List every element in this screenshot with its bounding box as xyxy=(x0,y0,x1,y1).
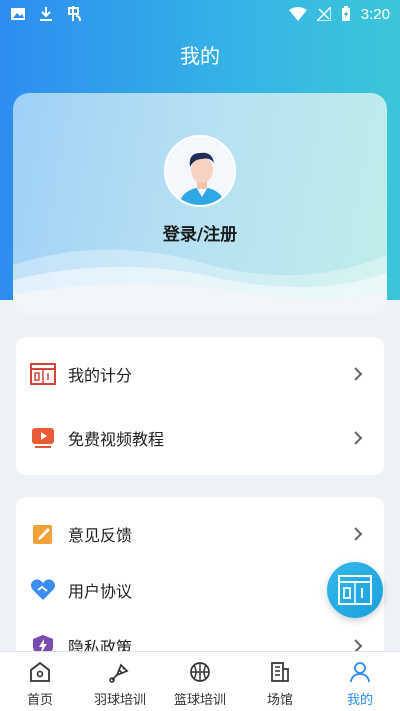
person-icon xyxy=(350,662,370,683)
menu-item-label: 免费视频教程 xyxy=(68,430,165,449)
tab-venues[interactable]: 场馆 xyxy=(240,652,320,711)
image-icon xyxy=(11,8,25,20)
tab-label: 我的 xyxy=(346,693,373,708)
tab-mine[interactable]: 我的 xyxy=(320,652,400,711)
tab-label: 首页 xyxy=(26,693,53,708)
tab-badminton-training[interactable]: 羽球培训 xyxy=(80,652,160,711)
page-title: 我的 xyxy=(180,44,220,68)
tab-label: 篮球培训 xyxy=(173,693,226,708)
bottom-tab-bar: 首页 羽球培训 篮球培训 场馆 我的 xyxy=(0,651,400,711)
tab-basketball-training[interactable]: 篮球培训 xyxy=(160,652,240,711)
menu-item-my-score[interactable]: 我的计分 xyxy=(16,346,384,402)
tab-label: 羽球培训 xyxy=(93,693,146,708)
menu-item-label: 用户协议 xyxy=(68,582,133,601)
chevron-right-icon xyxy=(354,527,363,541)
avatar[interactable] xyxy=(164,135,236,207)
basketball-icon xyxy=(190,662,210,682)
app-notification-icon xyxy=(68,6,81,22)
floating-scoreboard-button[interactable] xyxy=(327,562,383,618)
battery-icon xyxy=(341,6,350,21)
tab-label: 场馆 xyxy=(266,693,293,708)
menu-item-feedback[interactable]: 意见反馈 xyxy=(16,506,384,562)
menu-item-free-video[interactable]: 免费视频教程 xyxy=(16,410,384,466)
login-register-link[interactable]: 登录/注册 xyxy=(13,220,387,245)
edit-feedback-icon xyxy=(30,521,56,547)
building-icon xyxy=(271,662,289,682)
download-icon xyxy=(40,7,52,21)
menu-item-label: 我的计分 xyxy=(68,366,133,385)
home-icon xyxy=(30,661,50,682)
heart-handshake-icon xyxy=(30,577,56,603)
shuttlecock-icon xyxy=(109,663,129,683)
status-bar: 3:20 xyxy=(0,0,400,28)
video-play-icon xyxy=(30,425,56,451)
wifi-icon xyxy=(288,7,307,21)
chevron-right-icon xyxy=(354,367,363,381)
profile-card[interactable]: 登录/注册 xyxy=(13,93,387,315)
scoreboard-icon xyxy=(338,575,372,605)
menu-item-label: 意见反馈 xyxy=(68,526,133,545)
user-avatar-icon xyxy=(166,137,234,205)
menu-card-primary: 我的计分 免费视频教程 xyxy=(16,337,384,475)
status-time: 3:20 xyxy=(360,5,390,23)
no-signal-icon xyxy=(316,7,331,21)
tab-home[interactable]: 首页 xyxy=(0,652,80,711)
chevron-right-icon xyxy=(354,431,363,445)
scoreboard-icon xyxy=(30,361,56,387)
